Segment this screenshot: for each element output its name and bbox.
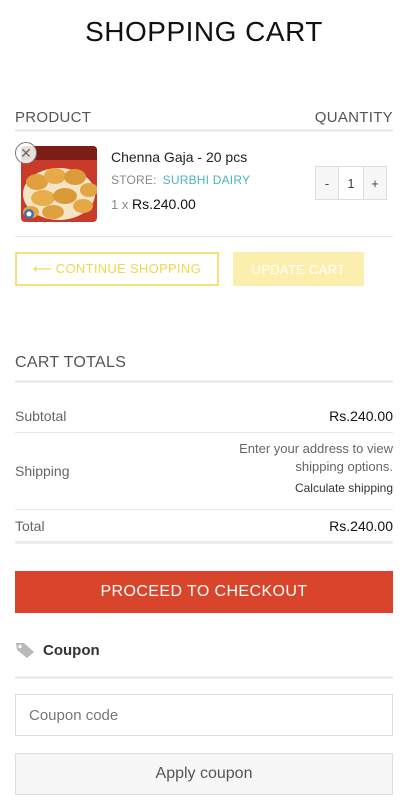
- quantity-input[interactable]: 1: [338, 167, 364, 199]
- total-value: Rs.240.00: [329, 518, 393, 534]
- quantity-price: 1 x Rs.240.00: [111, 196, 196, 212]
- coupon-heading-text: Coupon: [43, 641, 100, 659]
- store-label: STORE:: [111, 173, 157, 187]
- increase-quantity-button[interactable]: +: [364, 167, 386, 199]
- divider: [15, 380, 393, 383]
- decrease-quantity-button[interactable]: -: [316, 167, 338, 199]
- store-line: STORE: SURBHI DAIRY: [111, 173, 250, 187]
- close-circle-icon[interactable]: ✕: [15, 142, 37, 164]
- divider: [15, 432, 393, 433]
- subtotal-value: Rs.240.00: [329, 408, 393, 424]
- subtotal-label: Subtotal: [15, 408, 67, 424]
- quantity-prefix: 1 x: [111, 197, 129, 212]
- page-title: SHOPPING CART: [85, 16, 323, 47]
- cart-table-header: PRODUCT QUANTITY: [15, 104, 393, 130]
- quantity-column-header: QUANTITY: [314, 108, 393, 126]
- divider: [15, 676, 393, 679]
- product-name[interactable]: Chenna Gaja - 20 pcs: [111, 149, 247, 165]
- total-label: Total: [15, 518, 45, 534]
- apply-coupon-button[interactable]: Apply coupon: [15, 753, 393, 795]
- quantity-stepper: - 1 +: [315, 166, 387, 200]
- coupon-heading: Coupon: [15, 641, 100, 659]
- shipping-label: Shipping: [15, 463, 70, 479]
- cart-item-row: ✕ Chenna Gaja - 20 pcs STORE: SURBHI DAIR…: [15, 138, 393, 228]
- proceed-to-checkout-button[interactable]: PROCEED TO CHECKOUT: [15, 571, 393, 613]
- item-price: Rs.240.00: [131, 196, 196, 212]
- shipping-info-text: Enter your address to view shipping opti…: [239, 441, 393, 474]
- cart-totals-heading: CART TOTALS: [15, 354, 127, 371]
- update-cart-button[interactable]: UPDATE CART: [233, 252, 364, 286]
- divider: [15, 541, 393, 544]
- store-name-link[interactable]: SURBHI DAIRY: [163, 173, 251, 187]
- divider: [15, 236, 393, 237]
- calculate-shipping-link[interactable]: Calculate shipping: [295, 481, 393, 495]
- tag-icon: [16, 643, 34, 658]
- product-column-header: PRODUCT: [15, 108, 92, 126]
- divider: [15, 509, 393, 510]
- coupon-code-input[interactable]: [15, 694, 393, 736]
- divider: [15, 129, 393, 132]
- continue-shopping-button[interactable]: ⟵ CONTINUE SHOPPING: [15, 252, 219, 286]
